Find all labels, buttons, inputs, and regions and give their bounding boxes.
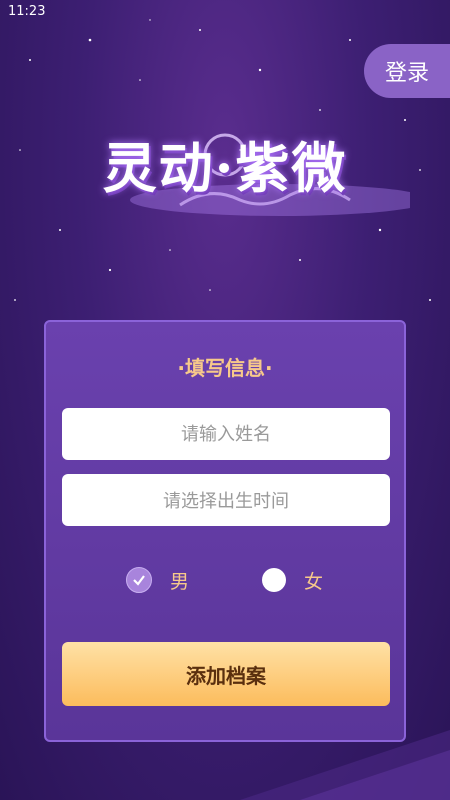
gender-option-male[interactable]: 男 <box>126 565 189 595</box>
login-button[interactable]: 登录 <box>364 44 450 98</box>
gender-label-male: 男 <box>170 570 190 593</box>
birth-time-picker[interactable]: 请选择出生时间 <box>62 474 390 526</box>
app-logo: 灵动·紫微 <box>40 110 410 240</box>
info-form-card: ·填写信息· 请选择出生时间 男 女 添加档案 <box>44 320 406 742</box>
status-time: 11:23 <box>8 4 46 19</box>
radio-checked-icon[interactable] <box>126 567 152 593</box>
form-title: ·填写信息· <box>177 356 273 380</box>
radio-unchecked-icon[interactable] <box>262 568 286 592</box>
gender-label-female: 女 <box>304 570 324 593</box>
gender-option-female[interactable]: 女 <box>262 565 323 595</box>
status-bar: 11:23 <box>0 0 450 24</box>
add-profile-button[interactable]: 添加档案 <box>62 642 390 706</box>
name-input[interactable] <box>62 408 390 460</box>
logo-text: 灵动·紫微 <box>102 136 348 200</box>
